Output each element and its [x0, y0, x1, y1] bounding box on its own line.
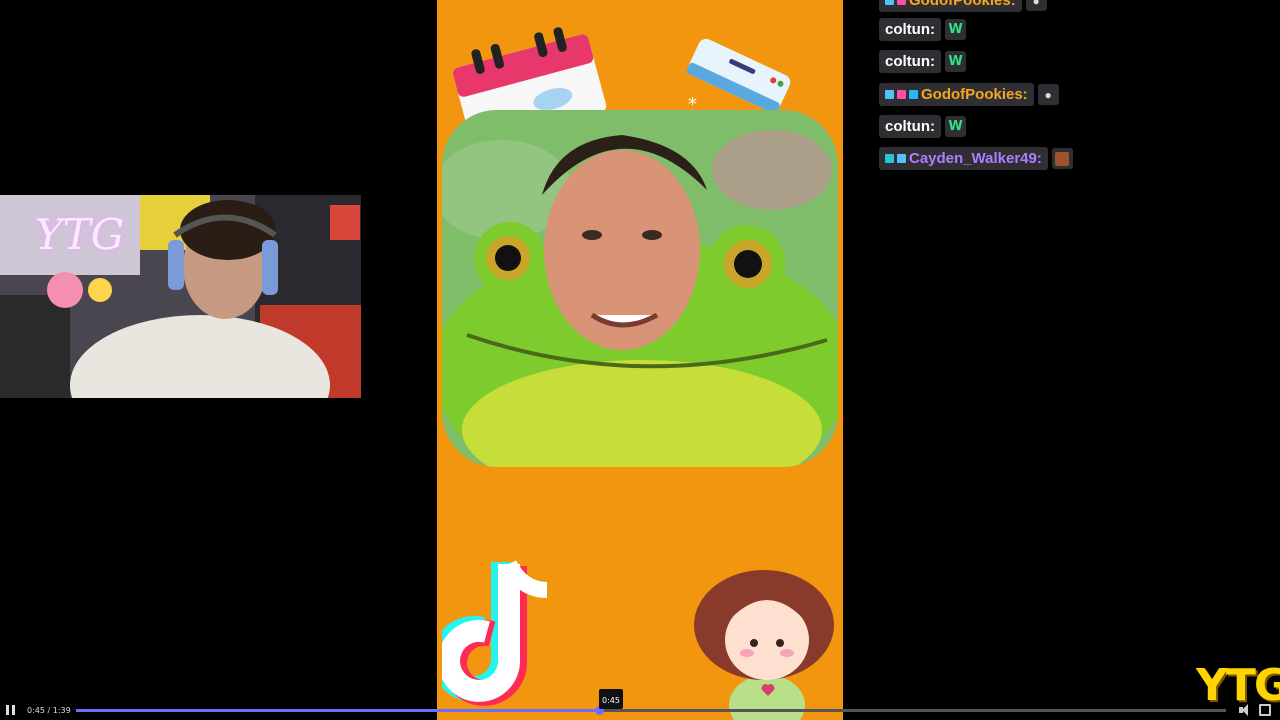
- username-label: coltun:: [885, 21, 935, 38]
- username-label: GodofPookies:: [909, 0, 1016, 9]
- neon-sign-text: YTG: [35, 210, 125, 259]
- seek-bar-progress: [76, 709, 599, 712]
- volume-icon[interactable]: [1239, 704, 1251, 716]
- cube-badge-icon: [909, 90, 918, 99]
- ytg-badge-icon: [897, 90, 906, 99]
- chat-message: GodofPookies: ●: [879, 83, 1059, 106]
- pause-button[interactable]: [6, 705, 16, 715]
- sword-badge-icon: [885, 90, 894, 99]
- ytg-badge-icon: [897, 154, 906, 163]
- chat-username[interactable]: coltun:: [879, 115, 941, 138]
- chat-username[interactable]: coltun:: [879, 50, 941, 73]
- frog-face-image: [442, 110, 838, 467]
- username-label: coltun:: [885, 53, 935, 70]
- webcam-feed: YTG: [0, 195, 361, 398]
- badge-icon: [885, 154, 894, 163]
- face-emote-icon: [1051, 148, 1073, 169]
- username-label: GodofPookies:: [921, 86, 1028, 103]
- chat-username[interactable]: GodofPookies:: [879, 0, 1022, 12]
- chat-message: GodofPookies: ●: [879, 0, 1047, 12]
- chat-message: coltun: W: [879, 115, 966, 138]
- username-label: coltun:: [885, 118, 935, 135]
- w-emote-icon: W: [945, 51, 966, 72]
- chat-username[interactable]: Cayden_Walker49:: [879, 147, 1048, 170]
- video-player-area[interactable]: * / *: [437, 0, 843, 720]
- w-emote-icon: W: [945, 19, 966, 40]
- chat-username[interactable]: GodofPookies:: [879, 83, 1034, 106]
- chat-message: coltun: W: [879, 18, 966, 41]
- ghost-emote-icon: ●: [1025, 0, 1047, 11]
- chat-message: Cayden_Walker49:: [879, 147, 1073, 170]
- ghost-emote-icon: ●: [1037, 84, 1059, 105]
- username-label: Cayden_Walker49:: [909, 150, 1042, 167]
- time-display: 0:45 / 1:39: [27, 706, 71, 715]
- player-controls: 0:45 / 1:39 0:45: [0, 689, 1280, 720]
- seek-tooltip: 0:45: [599, 689, 623, 709]
- chat-message: coltun: W: [879, 50, 966, 73]
- fullscreen-icon[interactable]: [1259, 704, 1271, 716]
- seek-bar[interactable]: [76, 706, 1226, 715]
- w-emote-icon: W: [945, 116, 966, 137]
- cartoon-girl-icon: [694, 570, 834, 720]
- badge-icon: [897, 0, 906, 5]
- badge-icon: [885, 0, 894, 5]
- chat-username[interactable]: coltun:: [879, 18, 941, 41]
- tiktok-logo-icon: [442, 560, 548, 706]
